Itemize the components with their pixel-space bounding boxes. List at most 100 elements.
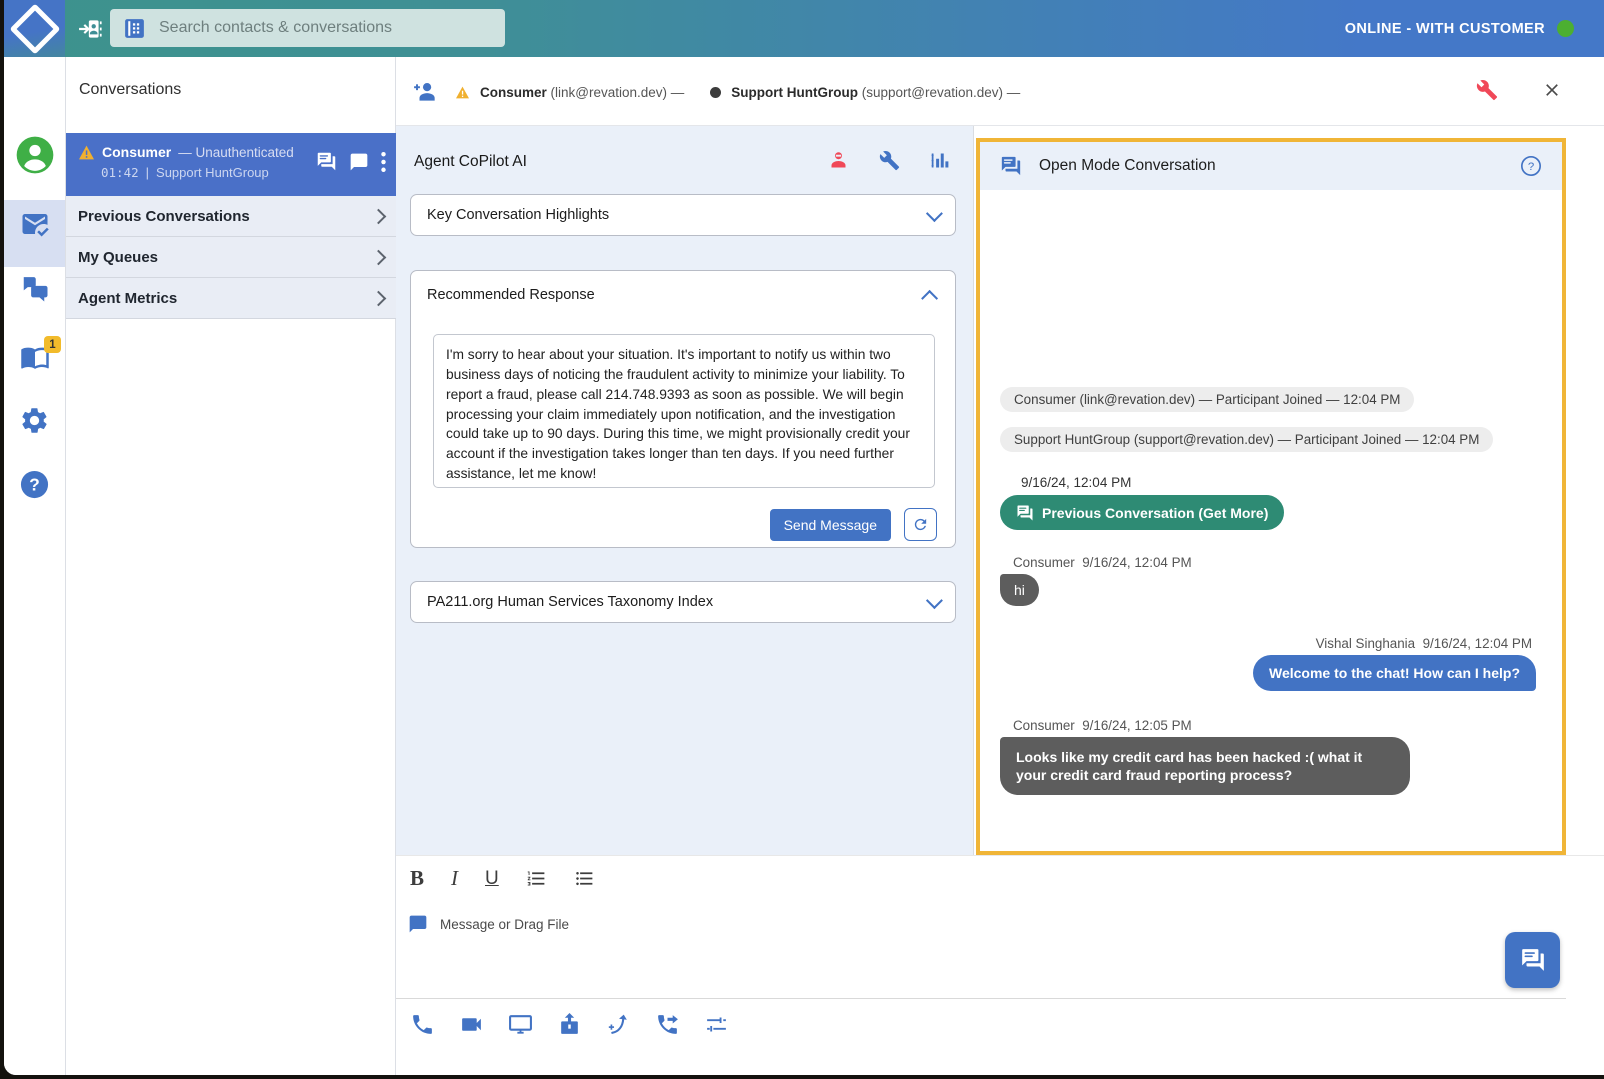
- accordion-label: Recommended Response: [427, 287, 595, 303]
- avatar-icon: [15, 135, 55, 175]
- forum-icon[interactable]: [316, 151, 337, 172]
- kebab-menu-icon[interactable]: [381, 152, 386, 172]
- agent-status[interactable]: ONLINE - WITH CUSTOMER: [1345, 0, 1574, 57]
- open-mode-title: Open Mode Conversation: [1039, 157, 1216, 175]
- accordion-key-highlights[interactable]: Key Conversation Highlights: [410, 194, 956, 236]
- chat-bubble-agent: Welcome to the chat! How can I help?: [1253, 655, 1536, 691]
- bold-button[interactable]: B: [410, 866, 424, 891]
- wrench-icon[interactable]: [879, 150, 900, 171]
- help-circle-icon[interactable]: ?: [1520, 155, 1542, 177]
- tune-icon[interactable]: [704, 1012, 729, 1037]
- participant-detail: (support@revation.dev) —: [862, 85, 1021, 100]
- italic-button[interactable]: I: [451, 866, 458, 891]
- conversation-header: Consumer (link@revation.dev) — Support H…: [396, 57, 1604, 126]
- composer-divider: [396, 998, 1566, 999]
- participant-name: Support HuntGroup: [731, 85, 858, 100]
- recommended-response-text[interactable]: I'm sorry to hear about your situation. …: [433, 334, 935, 488]
- bar-chart-icon[interactable]: [930, 150, 951, 171]
- chevron-down-icon: [926, 205, 943, 222]
- accordion-label: Key Conversation Highlights: [427, 207, 609, 223]
- message-input[interactable]: Message or Drag File: [408, 914, 569, 934]
- section-label: Previous Conversations: [78, 208, 250, 225]
- phone-icon[interactable]: [410, 1012, 435, 1037]
- wrench-icon-red[interactable]: [1476, 79, 1498, 101]
- search-placeholder: Search contacts & conversations: [159, 19, 392, 37]
- conversation-queue: Support HuntGroup: [156, 165, 269, 180]
- open-mode-header: Open Mode Conversation ?: [980, 142, 1562, 190]
- refresh-response-button[interactable]: [904, 508, 937, 541]
- send-message-button[interactable]: Send Message: [770, 509, 891, 541]
- mail-check-icon: [20, 209, 50, 239]
- chevron-up-icon: [921, 290, 938, 307]
- call-toolbar: [410, 1012, 729, 1037]
- section-previous-conversations[interactable]: Previous Conversations: [66, 196, 396, 237]
- call-forward-icon[interactable]: [655, 1012, 680, 1037]
- conversation-timer: 01:42: [101, 165, 139, 180]
- rail-item-profile[interactable]: [4, 135, 65, 175]
- formatting-toolbar: B I U: [410, 866, 595, 891]
- message-composer: B I U Message or Drag File: [396, 855, 1604, 1075]
- chat-bubble-consumer: hi: [1000, 574, 1039, 606]
- settings-badge: 1: [44, 336, 61, 353]
- rail-item-settings[interactable]: [4, 405, 65, 436]
- conversations-panel: Conversations Consumer — Unauthenticated…: [66, 57, 396, 1075]
- accordion-taxonomy[interactable]: PA211.org Human Services Taxonomy Index: [410, 581, 956, 623]
- rail-item-conversations[interactable]: [4, 274, 65, 304]
- smart-transfer-icon[interactable]: [606, 1012, 631, 1037]
- section-my-queues[interactable]: My Queues: [66, 237, 396, 278]
- open-chat-fab[interactable]: [1505, 932, 1560, 988]
- session-timestamp: 9/16/24, 12:04 PM: [1021, 475, 1131, 490]
- bullet-list-icon[interactable]: [574, 868, 595, 889]
- chevron-down-icon: [926, 592, 943, 609]
- search-input[interactable]: Search contacts & conversations: [110, 9, 505, 47]
- section-agent-metrics[interactable]: Agent Metrics: [66, 278, 396, 319]
- accordion-label: PA211.org Human Services Taxonomy Index: [427, 594, 713, 610]
- message-meta: Vishal Singhania 9/16/24, 12:04 PM: [1316, 636, 1532, 651]
- file-share-icon[interactable]: [557, 1012, 582, 1037]
- open-mode-panel: Open Mode Conversation ? Consumer (link@…: [976, 138, 1566, 855]
- participant-name: Consumer: [480, 85, 547, 100]
- warning-icon: [78, 145, 95, 160]
- participant-dot-icon: [710, 87, 721, 98]
- chevron-right-icon: [371, 290, 387, 306]
- underline-button[interactable]: U: [485, 868, 499, 890]
- conversation-item-active[interactable]: Consumer — Unauthenticated 01:42 | Suppo…: [66, 133, 396, 196]
- section-label: Agent Metrics: [78, 290, 177, 307]
- refresh-icon: [912, 516, 929, 533]
- previous-conversation-button[interactable]: Previous Conversation (Get More): [1000, 495, 1284, 530]
- chevron-right-icon: [371, 249, 387, 265]
- close-icon[interactable]: [1542, 80, 1562, 100]
- status-dot: [1557, 20, 1574, 37]
- add-person-icon[interactable]: [413, 81, 439, 103]
- message-meta: Consumer 9/16/24, 12:04 PM: [1013, 555, 1192, 570]
- status-label: ONLINE - WITH CUSTOMER: [1345, 21, 1545, 37]
- participant-detail: (link@revation.dev) —: [551, 85, 685, 100]
- rail-item-help[interactable]: ?: [4, 469, 65, 500]
- app-logo[interactable]: [4, 0, 65, 57]
- forum-icon: [1520, 947, 1546, 973]
- forum-icon: [1000, 155, 1022, 177]
- help-icon: ?: [19, 469, 50, 500]
- numbered-list-icon[interactable]: [526, 868, 547, 889]
- section-label: My Queues: [78, 249, 158, 266]
- screen-share-icon[interactable]: [508, 1012, 533, 1037]
- chat-bubble-consumer: Looks like my credit card has been hacke…: [1000, 737, 1410, 795]
- previous-conversation-label: Previous Conversation (Get More): [1042, 505, 1268, 521]
- top-bar: Search contacts & conversations ONLINE -…: [4, 0, 1604, 57]
- conversations-title: Conversations: [79, 81, 181, 99]
- rail-item-inbox[interactable]: [4, 209, 65, 239]
- accordion-recommended-response[interactable]: Recommended Response I'm sorry to hear a…: [410, 270, 956, 548]
- person-off-icon[interactable]: [828, 150, 849, 171]
- add-contact-icon[interactable]: [76, 14, 106, 44]
- svg-text:?: ?: [1528, 161, 1534, 173]
- copilot-panel: Agent CoPilot AI Key Conversation Highli…: [396, 126, 974, 855]
- message-meta: Consumer 9/16/24, 12:05 PM: [1013, 718, 1192, 733]
- gear-icon: [19, 405, 50, 436]
- warning-icon: [455, 86, 470, 99]
- chat-icon[interactable]: [349, 152, 369, 172]
- video-call-icon[interactable]: [459, 1012, 484, 1037]
- event-participant-joined: Support HuntGroup (support@revation.dev)…: [1000, 427, 1493, 452]
- chevron-right-icon: [371, 208, 387, 224]
- app-window: Search contacts & conversations ONLINE -…: [4, 0, 1604, 1075]
- phonebook-icon: [122, 16, 147, 41]
